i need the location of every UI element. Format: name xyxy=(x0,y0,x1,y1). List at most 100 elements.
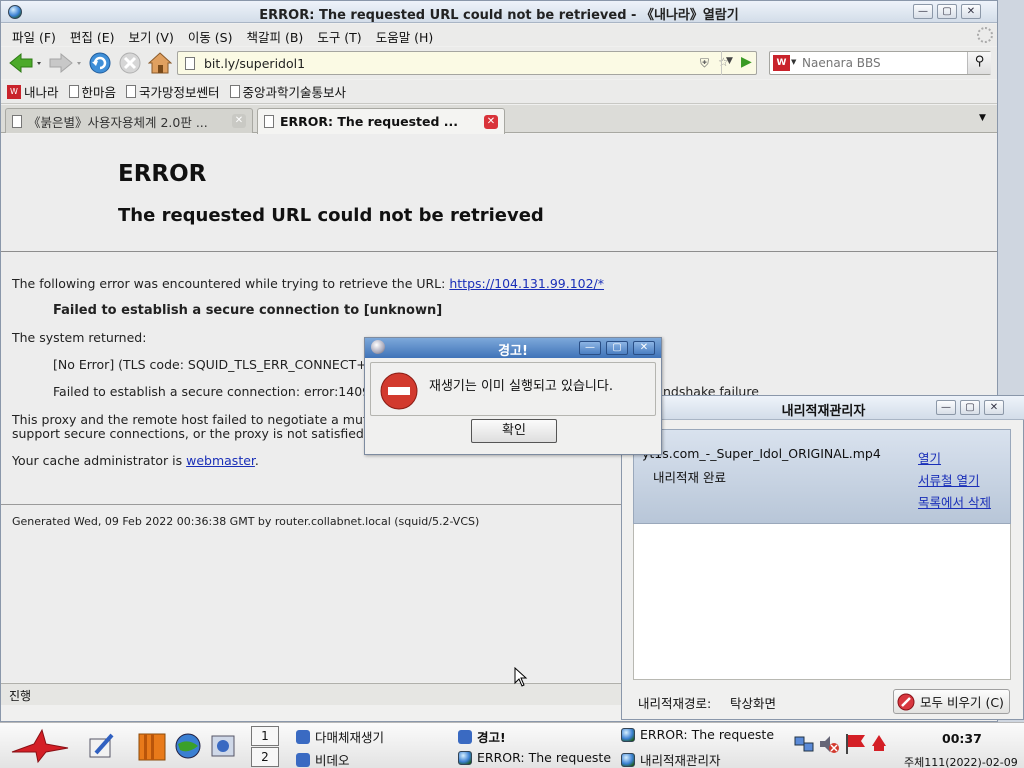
update-notifier-icon[interactable] xyxy=(871,734,887,752)
browser-icon xyxy=(458,750,472,765)
menu-view[interactable]: 보기 (V) xyxy=(122,24,181,46)
browser-titlebar[interactable]: ERROR: The requested URL could not be re… xyxy=(1,1,997,23)
download-item[interactable]: yt1s.com_-_Super_Idol_ORIGINAL.mp4 내리적재 … xyxy=(633,429,1011,524)
search-input[interactable] xyxy=(802,55,962,71)
network-icon[interactable] xyxy=(793,733,815,755)
intro-text: The following error was encountered whil… xyxy=(12,276,450,291)
browser-icon xyxy=(621,752,635,767)
download-manager-titlebar[interactable]: 내리적재관리자 — ▢ ✕ xyxy=(622,396,1024,420)
go-arrow-icon[interactable]: ▶ xyxy=(741,54,752,70)
home-button[interactable] xyxy=(147,51,173,75)
menu-bookmarks[interactable]: 책갈피 (B) xyxy=(240,24,311,46)
clear-all-button[interactable]: 모두 비우기 (C) xyxy=(893,689,1010,714)
open-link[interactable]: 열기 xyxy=(918,448,941,467)
tab-bar: 《붉은별》사용자용체계 2.0판 ... ✕ ERROR: The reques… xyxy=(1,105,997,134)
error-stop-icon xyxy=(380,372,418,410)
alert-app-icon xyxy=(458,729,472,744)
media-tools-icon[interactable] xyxy=(208,730,238,760)
url-link[interactable]: https://104.131.99.102/* xyxy=(449,276,604,291)
taskbar-item-label: 경고! xyxy=(477,730,506,745)
taskbar-item-browser-1[interactable]: ERROR: The requeste xyxy=(458,750,613,765)
menu-edit[interactable]: 편집 (E) xyxy=(63,24,122,46)
cache-admin-end: . xyxy=(254,453,259,468)
bookmark-science-news[interactable]: 중앙과학기술통보사 xyxy=(229,82,346,101)
browser-title: ERROR: The requested URL could not be re… xyxy=(259,8,739,23)
menu-file[interactable]: 파일 (F) xyxy=(5,24,63,46)
workspace-2-button[interactable]: 2 xyxy=(251,747,279,767)
browser-launcher-icon[interactable] xyxy=(174,732,202,760)
alert-titlebar[interactable]: 경고! — ▢ ✕ xyxy=(365,338,661,359)
keyboard-layout-flag-icon[interactable] xyxy=(843,732,867,756)
clear-icon xyxy=(897,693,915,710)
close-button[interactable]: ✕ xyxy=(984,400,1004,415)
taskbar-item-label: 다매체재생기 xyxy=(315,730,385,745)
maximize-button[interactable]: ▢ xyxy=(937,4,957,19)
back-button[interactable] xyxy=(7,51,45,75)
minimize-button[interactable]: — xyxy=(579,341,601,355)
home-icon xyxy=(148,52,172,74)
maximize-button[interactable]: ▢ xyxy=(960,400,980,415)
error-header: ERROR The requested URL could not be ret… xyxy=(1,134,997,252)
volume-muted-icon[interactable] xyxy=(818,733,840,755)
system-returned-label: The system returned: xyxy=(12,330,147,345)
alert-body: 재생기는 이미 실행되고 있습니다. xyxy=(370,362,656,416)
forward-button[interactable] xyxy=(47,51,85,75)
taskbar-item-download-manager[interactable]: 내리적재관리자 xyxy=(621,750,779,768)
tab-list-dropdown[interactable]: ▼ xyxy=(979,113,986,123)
media-player-icon xyxy=(296,729,310,744)
menu-help[interactable]: 도움말 (H) xyxy=(369,24,441,46)
back-arrow-icon xyxy=(9,52,41,74)
taskbar-item-media-player[interactable]: 다매체재생기 xyxy=(296,727,446,746)
stop-button[interactable] xyxy=(117,51,143,75)
error-subheading: The requested URL could not be retrieved xyxy=(118,205,544,226)
mouse-cursor-icon xyxy=(514,667,528,687)
search-engine-icon[interactable]: W xyxy=(773,55,790,71)
menu-tools[interactable]: 도구 (T) xyxy=(310,24,368,46)
reload-icon xyxy=(89,52,111,74)
maximize-button[interactable]: ▢ xyxy=(606,341,628,355)
tab-error[interactable]: ERROR: The requested ... ✕ xyxy=(257,108,505,134)
navigation-toolbar: bit.ly/superidol1 ⛨ ☆ ▼ ▶ W ▼ ⚲ xyxy=(1,47,997,79)
minimize-button[interactable]: — xyxy=(913,4,933,19)
search-engine-dropdown[interactable]: ▼ xyxy=(791,58,796,66)
bookmark-hanmaeum[interactable]: 한마음 xyxy=(68,82,116,101)
file-manager-icon[interactable] xyxy=(136,730,168,762)
bookmark-label: 내나라 xyxy=(24,85,59,100)
tab-close-icon[interactable]: ✕ xyxy=(484,114,498,129)
red-star-menu-icon[interactable] xyxy=(8,728,70,764)
open-folder-link[interactable]: 서류철 열기 xyxy=(918,470,979,489)
download-status: 내리적재 완료 xyxy=(653,470,726,485)
bookmark-naenara[interactable]: W 내나라 xyxy=(7,82,59,101)
ok-button[interactable]: 확인 xyxy=(471,419,557,443)
search-bar[interactable]: W ▼ ⚲ xyxy=(769,51,991,75)
webmaster-link[interactable]: webmaster xyxy=(186,453,255,468)
url-text[interactable]: bit.ly/superidol1 xyxy=(204,56,305,71)
menubar: 파일 (F) 편집 (E) 보기 (V) 이동 (S) 책갈피 (B) 도구 (… xyxy=(1,24,997,46)
bookmark-info-center[interactable]: 국가망정보쎈터 xyxy=(126,82,220,101)
tab-close-icon[interactable]: ✕ xyxy=(232,114,246,128)
proxy-text-line2: support secure connections, or the proxy… xyxy=(12,426,364,441)
close-button[interactable]: ✕ xyxy=(961,4,981,19)
url-bar[interactable]: bit.ly/superidol1 ⛨ ☆ ▼ ▶ xyxy=(177,51,757,75)
menu-go[interactable]: 이동 (S) xyxy=(181,24,240,46)
taskbar-item-alert[interactable]: 경고! xyxy=(458,727,613,746)
proxy-text-line1: This proxy and the remote host failed to… xyxy=(12,412,384,427)
reload-button[interactable] xyxy=(87,51,113,75)
minimize-button[interactable]: — xyxy=(936,400,956,415)
throbber-icon xyxy=(977,27,993,43)
tab-red-star[interactable]: 《붉은별》사용자용체계 2.0판 ... ✕ xyxy=(5,108,253,133)
remove-from-list-link[interactable]: 목록에서 삭제 xyxy=(918,492,991,511)
site-identity-icon[interactable]: ⛨ xyxy=(700,56,709,71)
error-intro: The following error was encountered whil… xyxy=(12,276,604,291)
taskbar-item-browser-2[interactable]: ERROR: The requeste xyxy=(621,727,779,742)
workspace-1-button[interactable]: 1 xyxy=(251,726,279,746)
close-button[interactable]: ✕ xyxy=(633,341,655,355)
url-history-dropdown[interactable]: ▼ xyxy=(726,56,733,66)
clock-date[interactable]: 주체111(2022)-02-09 xyxy=(904,754,1018,768)
clock-time[interactable]: 00:37 xyxy=(942,731,982,746)
taskbar-item-video[interactable]: 비데오 xyxy=(296,750,446,768)
text-editor-icon[interactable] xyxy=(86,731,116,761)
taskbar-item-label: 비데오 xyxy=(315,753,350,768)
search-magnifier-icon[interactable]: ⚲ xyxy=(967,52,991,74)
workspace-number: 2 xyxy=(261,750,269,764)
